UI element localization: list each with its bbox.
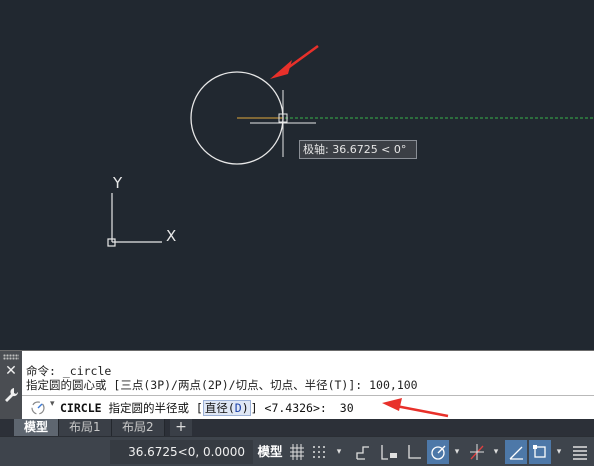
object-snap-tracking-button[interactable]	[505, 440, 527, 464]
chevron-down-icon[interactable]: ▾	[50, 399, 55, 409]
default-value: <7.4326>:	[257, 401, 334, 415]
option-diameter-label: 直径	[204, 401, 228, 415]
status-bar: 36.6725<0, 0.0000 模型 ▾ ▾ ▾ ▾	[0, 436, 594, 466]
option-key-open: (	[227, 401, 235, 415]
command-prompt-icon[interactable]	[30, 400, 46, 416]
option-key-close: )	[241, 401, 249, 415]
infer-constraints-button[interactable]	[352, 440, 374, 464]
command-line[interactable]: ▾ CIRCLE 指定圆的半径或 [直径(D)] <7.4326>: 30	[22, 395, 594, 419]
red-annotation-arrow-bottom	[382, 398, 449, 418]
command-input[interactable]: 30	[340, 401, 354, 415]
isodraft-icon	[470, 444, 484, 460]
option-bracket-open: [	[195, 401, 203, 415]
dynamic-input-icon	[381, 445, 397, 460]
command-window-handle[interactable]: ✕	[0, 351, 22, 420]
option-diameter[interactable]: 直径(D)	[202, 400, 251, 416]
object-snap-dropdown[interactable]: ▾	[553, 440, 565, 464]
object-snap-button[interactable]	[529, 440, 551, 464]
drawing-canvas[interactable]: Y X 极轴: 36.6725 < 0°	[0, 0, 594, 350]
layout-tabs: 模型 布局1 布局2 +	[0, 419, 594, 436]
customization-button[interactable]	[569, 440, 591, 464]
dynamic-input-button[interactable]	[377, 440, 401, 464]
ucs-icon	[107, 193, 162, 247]
customization-icon	[573, 446, 587, 460]
history-line-2: 指定圆的圆心或 [三点(3P)/两点(2P)/切点、切点、半径(T)]: 100…	[26, 378, 418, 392]
polar-dropdown[interactable]: ▾	[451, 440, 463, 464]
tab-model[interactable]: 模型	[14, 419, 60, 436]
wrench-icon[interactable]	[4, 387, 18, 403]
ortho-icon	[408, 445, 421, 459]
isodraft-dropdown[interactable]: ▾	[490, 440, 502, 464]
option-bracket-close: ]	[250, 401, 258, 415]
polar-tracking-icon	[431, 445, 446, 460]
close-icon[interactable]: ✕	[4, 364, 18, 378]
ucs-y-label: Y	[113, 174, 123, 192]
snap-mode-button[interactable]	[309, 440, 331, 464]
add-layout-button[interactable]: +	[170, 419, 192, 436]
grip-icon[interactable]	[3, 354, 19, 360]
coordinate-display[interactable]: 36.6725<0, 0.0000	[110, 440, 253, 464]
ucs-x-label: X	[166, 227, 177, 245]
grid-button[interactable]	[287, 440, 307, 464]
red-annotation-arrow-top	[270, 44, 319, 79]
grid-icon	[290, 444, 304, 460]
command-name: CIRCLE	[60, 401, 102, 415]
object-snap-icon	[533, 445, 546, 458]
infer-constraints-icon	[356, 446, 369, 460]
ortho-button[interactable]	[403, 440, 425, 464]
model-space-button[interactable]: 模型	[256, 440, 284, 464]
snap-mode-icon	[313, 446, 325, 458]
command-prompt-text: CIRCLE 指定圆的半径或 [直径(D)] <7.4326>: 30	[60, 400, 354, 416]
polar-tracking-button[interactable]	[427, 440, 449, 464]
prompt-message: 指定圆的半径或	[101, 401, 196, 415]
option-diameter-key: D	[234, 401, 242, 415]
polar-tooltip-text: 极轴: 36.6725 < 0°	[303, 143, 407, 156]
command-window[interactable]: ✕ 命令: _circle 指定圆的圆心或 [三点(3P)/两点(2P)/切点、…	[0, 350, 594, 420]
tab-layout1[interactable]: 布局1	[59, 419, 112, 436]
snap-dropdown[interactable]: ▾	[333, 440, 345, 464]
object-snap-tracking-icon	[509, 446, 523, 460]
drawing-svg	[107, 44, 594, 247]
isodraft-button[interactable]	[466, 440, 488, 464]
polar-tooltip: 极轴: 36.6725 < 0°	[299, 140, 417, 159]
tab-layout2[interactable]: 布局2	[112, 419, 165, 436]
